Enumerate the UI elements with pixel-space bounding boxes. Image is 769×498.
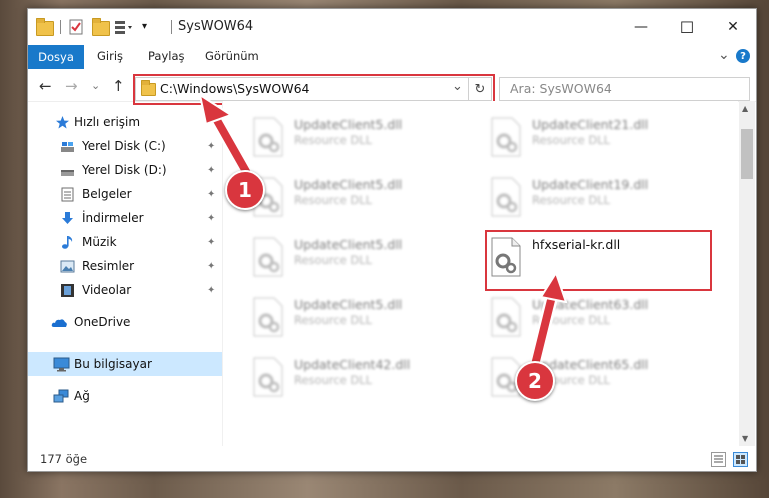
callout-badge-1: 1 bbox=[225, 170, 265, 210]
callout-badge-2: 2 bbox=[515, 361, 555, 401]
annotation-arrows bbox=[198, 92, 568, 372]
